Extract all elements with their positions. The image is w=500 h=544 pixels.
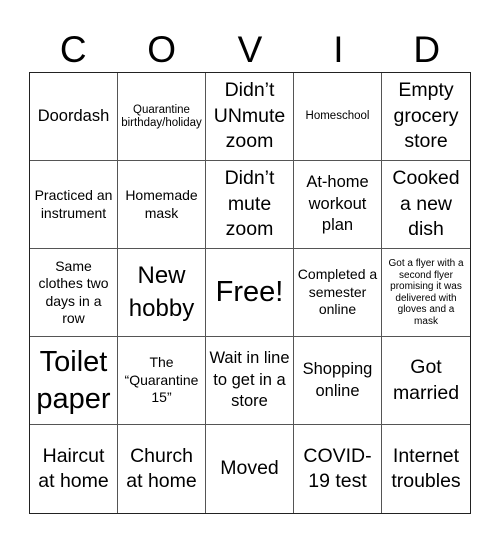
bingo-cell[interactable]: Cooked a new dish (382, 161, 470, 249)
header-letter-i: I (333, 28, 344, 70)
bingo-cell[interactable]: Wait in line to get in a store (206, 337, 294, 425)
bingo-cell[interactable]: Toilet paper (30, 337, 118, 425)
bingo-cell[interactable]: Didn’t UNmute zoom (206, 73, 294, 161)
bingo-cell[interactable]: Moved (206, 425, 294, 513)
header-letter-v: V (237, 28, 263, 70)
bingo-cell[interactable]: COVID-19 test (294, 425, 382, 513)
bingo-grid: Doordash Quarantine birthday/holiday Did… (29, 72, 471, 514)
bingo-cell[interactable]: Doordash (30, 73, 118, 161)
bingo-cell[interactable]: Haircut at home (30, 425, 118, 513)
bingo-cell[interactable]: At-home workout plan (294, 161, 382, 249)
bingo-cell[interactable]: Homemade mask (118, 161, 206, 249)
bingo-cell[interactable]: Church at home (118, 425, 206, 513)
bingo-header: C O V I D (29, 22, 471, 72)
bingo-cell[interactable]: Empty grocery store (382, 73, 470, 161)
free-space-cell[interactable]: Free! (206, 249, 294, 337)
bingo-cell[interactable]: Same clothes two days in a row (30, 249, 118, 337)
bingo-cell[interactable]: Completed a semester online (294, 249, 382, 337)
bingo-cell[interactable]: Quarantine birthday/holiday (118, 73, 206, 161)
bingo-cell[interactable]: Got a flyer with a second flyer promisin… (382, 249, 470, 337)
bingo-cell[interactable]: The “Quarantine 15” (118, 337, 206, 425)
bingo-cell[interactable]: Shopping online (294, 337, 382, 425)
bingo-cell[interactable]: Got married (382, 337, 470, 425)
header-letter-o: O (147, 28, 176, 70)
bingo-cell[interactable]: Homeschool (294, 73, 382, 161)
bingo-cell[interactable]: Didn’t mute zoom (206, 161, 294, 249)
bingo-cell[interactable]: New hobby (118, 249, 206, 337)
header-letter-d: D (413, 28, 441, 70)
header-letter-c: C (59, 28, 87, 70)
bingo-cell[interactable]: Internet troubles (382, 425, 470, 513)
bingo-cell[interactable]: Practiced an instrument (30, 161, 118, 249)
